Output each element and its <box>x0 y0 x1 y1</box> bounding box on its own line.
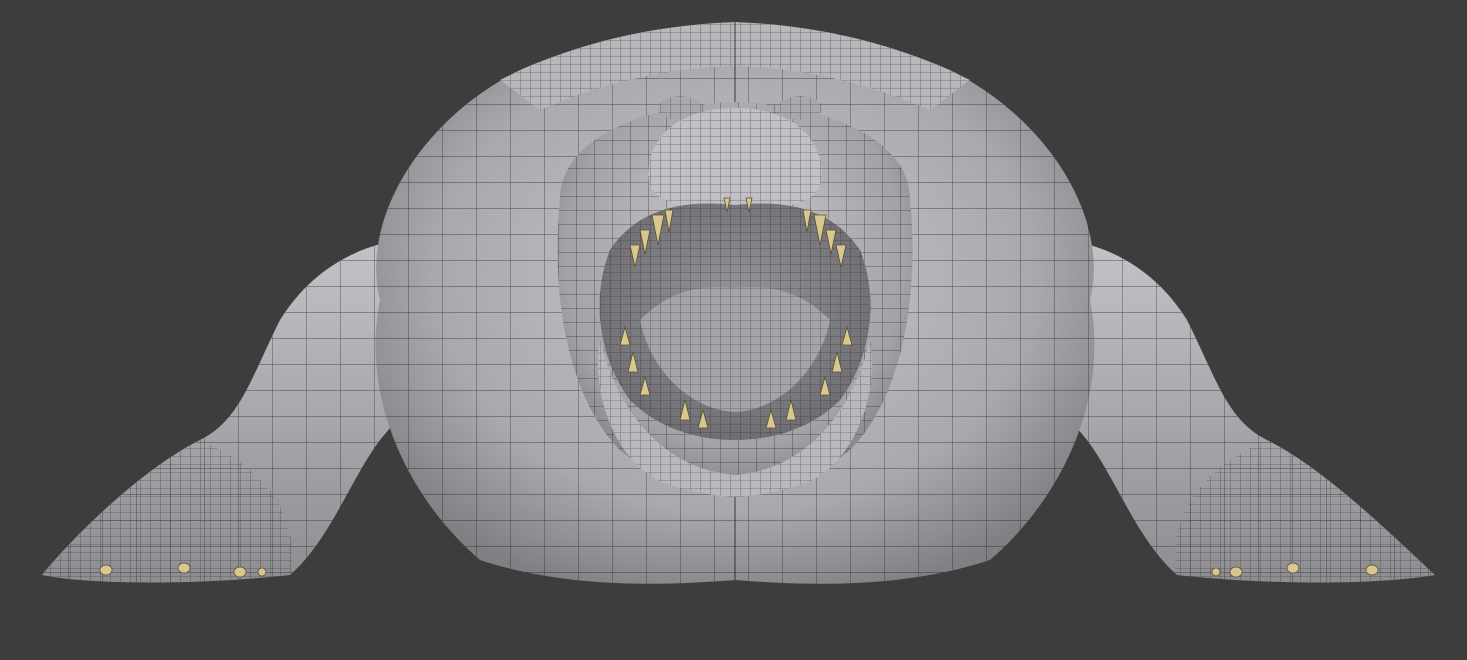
viewport-canvas[interactable] <box>0 0 1467 660</box>
3d-viewport[interactable] <box>0 0 1467 660</box>
